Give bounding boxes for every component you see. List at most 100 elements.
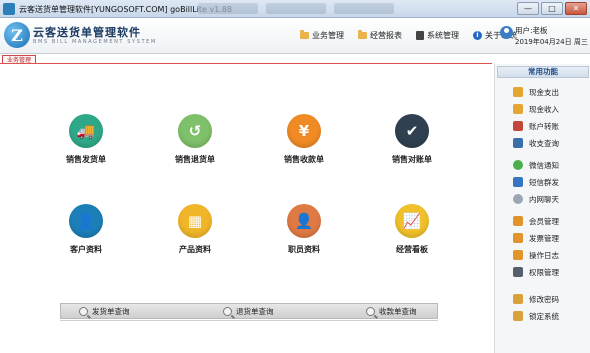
sidebar: 常用功能 现金支出 现金收入 账户转账 收支查询 微信通知 短信群发 内网聊天 … (494, 64, 590, 353)
sidebar-title: 常用功能 (497, 66, 589, 78)
sidebar-item-label: 内网聊天 (529, 194, 559, 204)
customer-icon: 👤 (69, 204, 103, 238)
query-bar: 发货单查询 退货单查询 收款单查询 (60, 303, 438, 319)
sidebar-item-label: 操作日志 (529, 250, 559, 260)
book-icon (416, 31, 424, 40)
tile-products[interactable]: ▦ 产品资料 (155, 204, 235, 266)
truck-icon: 🚚 (69, 114, 103, 148)
top-menu: 业务管理 经营报表 系统管理 i 关于系统 (300, 30, 517, 41)
minimize-button[interactable]: — (517, 2, 539, 15)
taskbar-tabs (198, 3, 498, 15)
sidebar-item-chat[interactable]: 内网聊天 (513, 193, 559, 205)
chat-icon (513, 194, 523, 204)
sidebar-item-lock[interactable]: 锁定系统 (513, 310, 559, 322)
delivery-query-button[interactable]: 发货单查询 (79, 306, 130, 317)
tile-customers[interactable]: 👤 客户资料 (46, 204, 126, 266)
query-label: 收款单查询 (379, 307, 417, 316)
tab-bar: 业务管理 (0, 55, 492, 64)
divider (60, 320, 438, 321)
permission-icon (513, 267, 523, 277)
brand-subtitle: BMS BILL MANAGEMENT SYSTEM (33, 39, 157, 45)
user-label: 用户:老板 (515, 26, 548, 35)
sidebar-item-wechat[interactable]: 微信通知 (513, 159, 559, 171)
sidebar-item-label: 现金收入 (529, 104, 559, 114)
sidebar-item-label: 修改密码 (529, 294, 559, 304)
search-icon (366, 307, 375, 316)
sidebar-item-label: 发票管理 (529, 233, 559, 243)
sidebar-item-label: 收支查询 (529, 138, 559, 148)
brand-title: 云客送货单管理软件 (33, 26, 141, 39)
app-header: Z 云客送货单管理软件 BMS BILL MANAGEMENT SYSTEM 业… (0, 18, 590, 54)
tile-label: 销售收款单 (284, 155, 324, 164)
sidebar-item-invoices[interactable]: 发票管理 (513, 232, 559, 244)
tile-label: 产品资料 (179, 245, 211, 254)
sidebar-item-cash-out[interactable]: 现金支出 (513, 86, 559, 98)
sidebar-item-transfer[interactable]: 账户转账 (513, 120, 559, 132)
folder-icon (300, 30, 309, 39)
lock-icon (513, 311, 523, 321)
sidebar-item-sms[interactable]: 短信群发 (513, 176, 559, 188)
sidebar-item-label: 账户转账 (529, 121, 559, 131)
sidebar-item-label: 会员管理 (529, 216, 559, 226)
menu-business[interactable]: 业务管理 (300, 30, 344, 41)
menu-label: 系统管理 (427, 31, 459, 40)
query-label: 发货单查询 (92, 307, 130, 316)
tile-label: 客户资料 (70, 245, 102, 254)
cash-out-icon (513, 87, 523, 97)
search-icon (223, 307, 232, 316)
query-label: 退货单查询 (236, 307, 274, 316)
invoice-icon (513, 233, 523, 243)
sidebar-item-label: 现金支出 (529, 87, 559, 97)
clipboard-icon: ✔ (395, 114, 429, 148)
window-title-bar: 云客送货单管理软件[YUNGOSOFT.COM] goBillLite v1.8… (0, 0, 590, 18)
cash-in-icon (513, 104, 523, 114)
menu-label: 业务管理 (312, 31, 344, 40)
sidebar-item-label: 锁定系统 (529, 311, 559, 321)
return-query-button[interactable]: 退货单查询 (223, 306, 274, 317)
search-icon (79, 307, 88, 316)
sidebar-item-label: 短信群发 (529, 177, 559, 187)
tile-staff[interactable]: 👤 职员资料 (264, 204, 344, 266)
tile-sales-return[interactable]: ↺ 销售退货单 (155, 114, 235, 176)
tile-label: 销售发货单 (66, 155, 106, 164)
tile-label: 销售退货单 (175, 155, 215, 164)
close-button[interactable]: ✕ (565, 2, 587, 15)
sidebar-item-label: 权限管理 (529, 267, 559, 277)
staff-icon: 👤 (287, 204, 321, 238)
info-icon: i (473, 31, 482, 40)
app-icon (3, 3, 15, 15)
maximize-button[interactable]: □ (541, 2, 563, 15)
query-icon (513, 138, 523, 148)
sidebar-item-change-password[interactable]: 修改密码 (513, 293, 559, 305)
sidebar-item-query[interactable]: 收支查询 (513, 137, 559, 149)
tile-label: 职员资料 (288, 245, 320, 254)
receipt-query-button[interactable]: 收款单查询 (366, 306, 417, 317)
sidebar-item-cash-in[interactable]: 现金收入 (513, 103, 559, 115)
date-label: 2019年04月24日 周三 (515, 38, 588, 46)
tile-sales-receipt[interactable]: ¥ 销售收款单 (264, 114, 344, 176)
sidebar-item-members[interactable]: 会员管理 (513, 215, 559, 227)
sidebar-item-log[interactable]: 操作日志 (513, 249, 559, 261)
transfer-icon (513, 121, 523, 131)
log-icon (513, 250, 523, 260)
user-icon (500, 26, 513, 39)
menu-label: 经营报表 (370, 31, 402, 40)
sidebar-item-permissions[interactable]: 权限管理 (513, 266, 559, 278)
return-icon: ↺ (178, 114, 212, 148)
tile-label: 经营看板 (396, 245, 428, 254)
menu-reports[interactable]: 经营报表 (358, 30, 402, 41)
folder-icon (358, 30, 367, 39)
product-icon: ▦ (178, 204, 212, 238)
board-icon: 📈 (395, 204, 429, 238)
member-icon (513, 216, 523, 226)
tile-sales-statement[interactable]: ✔ 销售对账单 (372, 114, 452, 176)
key-icon (513, 294, 523, 304)
menu-system[interactable]: 系统管理 (416, 30, 459, 41)
wechat-icon (513, 160, 523, 170)
logo-icon: Z (4, 22, 30, 48)
yen-icon: ¥ (287, 114, 321, 148)
tile-sales-delivery[interactable]: 🚚 销售发货单 (46, 114, 126, 176)
tile-label: 销售对账单 (392, 155, 432, 164)
tile-dashboard[interactable]: 📈 经营看板 (372, 204, 452, 266)
sms-icon (513, 177, 523, 187)
